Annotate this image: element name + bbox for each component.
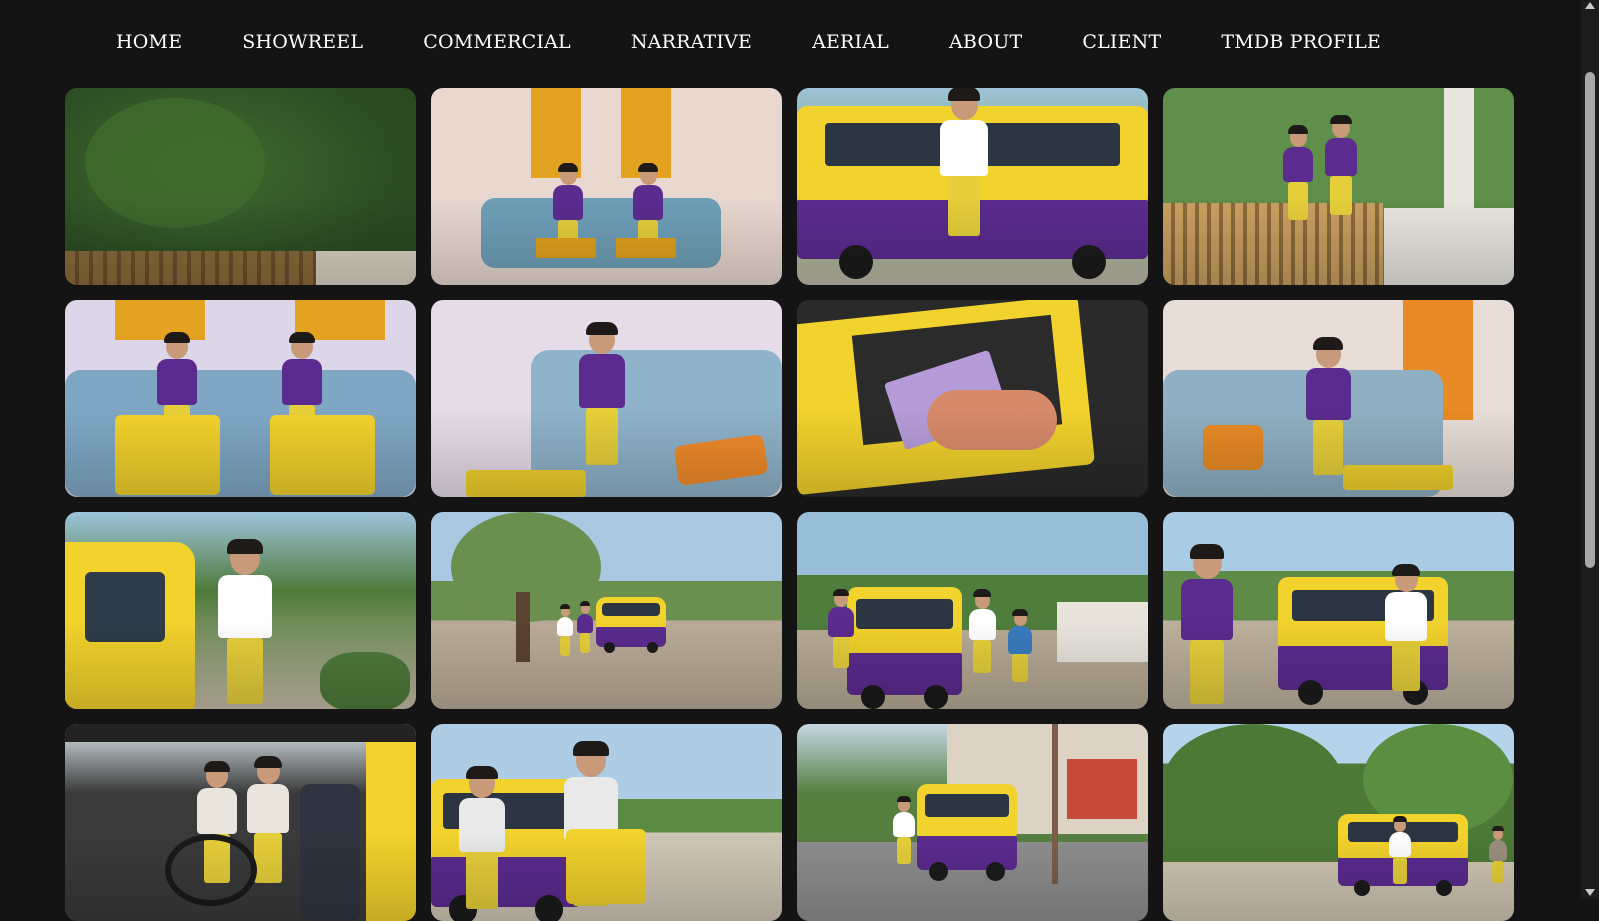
thumbnail-shade-overlay <box>1163 512 1514 709</box>
video-thumbnail-street-van-wide[interactable] <box>431 512 782 709</box>
scroll-down-arrow-icon[interactable] <box>1585 889 1595 896</box>
nav-item-tmdb-profile[interactable]: TMDB PROFILE <box>1221 31 1381 53</box>
thumbnail-shade-overlay <box>65 88 416 285</box>
nav-item-aerial[interactable]: AERIAL <box>812 31 889 53</box>
nav-list: HOME SHOWREEL COMMERCIAL NARRATIVE AERIAL ABO… <box>86 31 1411 53</box>
thumbnail-shade-overlay <box>797 300 1148 497</box>
thumbnail-shade-overlay <box>1163 724 1514 921</box>
video-thumbnail-street-duo-case[interactable] <box>431 724 782 921</box>
thumbnail-shade-overlay <box>431 724 782 921</box>
video-thumbnail-garden-foliage[interactable] <box>65 88 416 285</box>
video-thumbnail-garden-fence-duo[interactable] <box>1163 88 1514 285</box>
vertical-scrollbar[interactable] <box>1581 0 1599 899</box>
video-thumbnail-singer-by-van[interactable] <box>65 512 416 709</box>
nav-item-commercial[interactable]: COMMERCIAL <box>423 31 571 53</box>
video-thumbnail-case-card-closeup[interactable] <box>797 300 1148 497</box>
thumbnail-shade-overlay <box>65 724 416 921</box>
video-thumbnail-grid <box>65 88 1514 921</box>
video-thumbnail-sofa-yellow-cases[interactable] <box>65 300 416 497</box>
video-thumbnail-van-interior[interactable] <box>65 724 416 921</box>
thumbnail-shade-overlay <box>1163 300 1514 497</box>
thumbnail-shade-overlay <box>797 724 1148 921</box>
nav-item-about[interactable]: ABOUT <box>949 31 1022 53</box>
video-thumbnail-park-van-wide[interactable] <box>1163 724 1514 921</box>
nav-item-client[interactable]: CLIENT <box>1082 31 1161 53</box>
video-thumbnail-village-van-crowd[interactable] <box>797 512 1148 709</box>
thumbnail-shade-overlay <box>431 300 782 497</box>
nav-item-showreel[interactable]: SHOWREEL <box>242 31 363 53</box>
video-thumbnail-dancer-and-van[interactable] <box>1163 512 1514 709</box>
scroll-up-arrow-icon[interactable] <box>1585 2 1595 9</box>
video-thumbnail-sofa-girl-phone[interactable] <box>431 300 782 497</box>
thumbnail-shade-overlay <box>431 88 782 285</box>
thumbnail-shade-overlay <box>65 300 416 497</box>
scrollbar-thumb[interactable] <box>1585 72 1595 568</box>
thumbnail-shade-overlay <box>1163 88 1514 285</box>
thumbnail-shade-overlay <box>797 88 1148 285</box>
nav-item-home[interactable]: HOME <box>116 31 182 53</box>
thumbnail-shade-overlay <box>431 512 782 709</box>
nav-item-narrative[interactable]: NARRATIVE <box>631 31 752 53</box>
video-thumbnail-village-road-van[interactable] <box>797 724 1148 921</box>
thumbnail-shade-overlay <box>65 512 416 709</box>
video-thumbnail-sofa-boy-phone[interactable] <box>1163 300 1514 497</box>
video-thumbnail-yellow-van-performer[interactable] <box>797 88 1148 285</box>
top-navigation: HOME SHOWREEL COMMERCIAL NARRATIVE AERIAL ABO… <box>0 0 1581 84</box>
thumbnail-shade-overlay <box>797 512 1148 709</box>
video-thumbnail-living-room-duo[interactable] <box>431 88 782 285</box>
